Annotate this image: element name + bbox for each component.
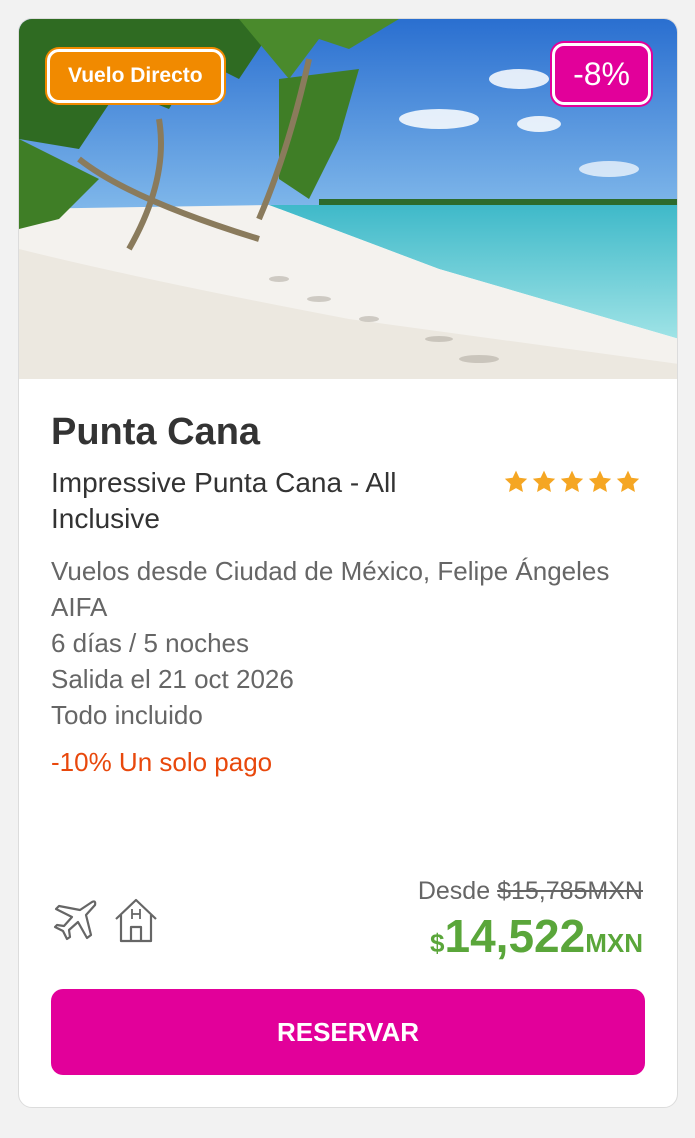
hotel-name[interactable]: Impressive Punta Cana - All Inclusive — [51, 465, 471, 537]
hotel-icon — [115, 898, 157, 943]
currency-symbol: $ — [430, 928, 445, 958]
star-icon — [532, 470, 556, 492]
original-price: $15,785MXN — [497, 877, 643, 905]
price-amount: 14,522 — [444, 910, 586, 962]
star-icon — [504, 470, 528, 492]
star-icon — [616, 470, 640, 492]
star-rating — [503, 469, 641, 495]
package-card[interactable]: Vuelo Directo -8% Punta Cana Impressive … — [18, 18, 678, 1108]
reserve-button[interactable]: RESERVAR — [51, 989, 645, 1075]
trip-duration: 6 días / 5 noches — [51, 628, 250, 658]
departure-date: Salida el 21 oct 2026 — [51, 664, 294, 694]
price-from: Desde $15,785MXN — [418, 877, 643, 906]
discount-badge: -8% — [552, 43, 651, 105]
currency-code: MXN — [585, 928, 643, 958]
included-services — [51, 895, 161, 945]
star-icon — [588, 470, 612, 492]
direct-flight-badge: Vuelo Directo — [47, 49, 224, 103]
package-details: Vuelos desde Ciudad de México, Felipe Án… — [51, 553, 651, 733]
star-icon — [560, 470, 584, 492]
destination-title: Punta Cana — [51, 411, 261, 453]
plane-icon — [53, 900, 97, 941]
meal-plan: Todo incluido — [51, 700, 203, 730]
beach-photo[interactable]: Vuelo Directo -8% — [19, 19, 677, 379]
flight-origin: Vuelos desde Ciudad de México, Felipe Án… — [51, 556, 610, 622]
from-label: Desde — [417, 877, 491, 905]
payment-promo: -10% Un solo pago — [51, 747, 273, 777]
current-price: $14,522MXN — [430, 909, 643, 963]
